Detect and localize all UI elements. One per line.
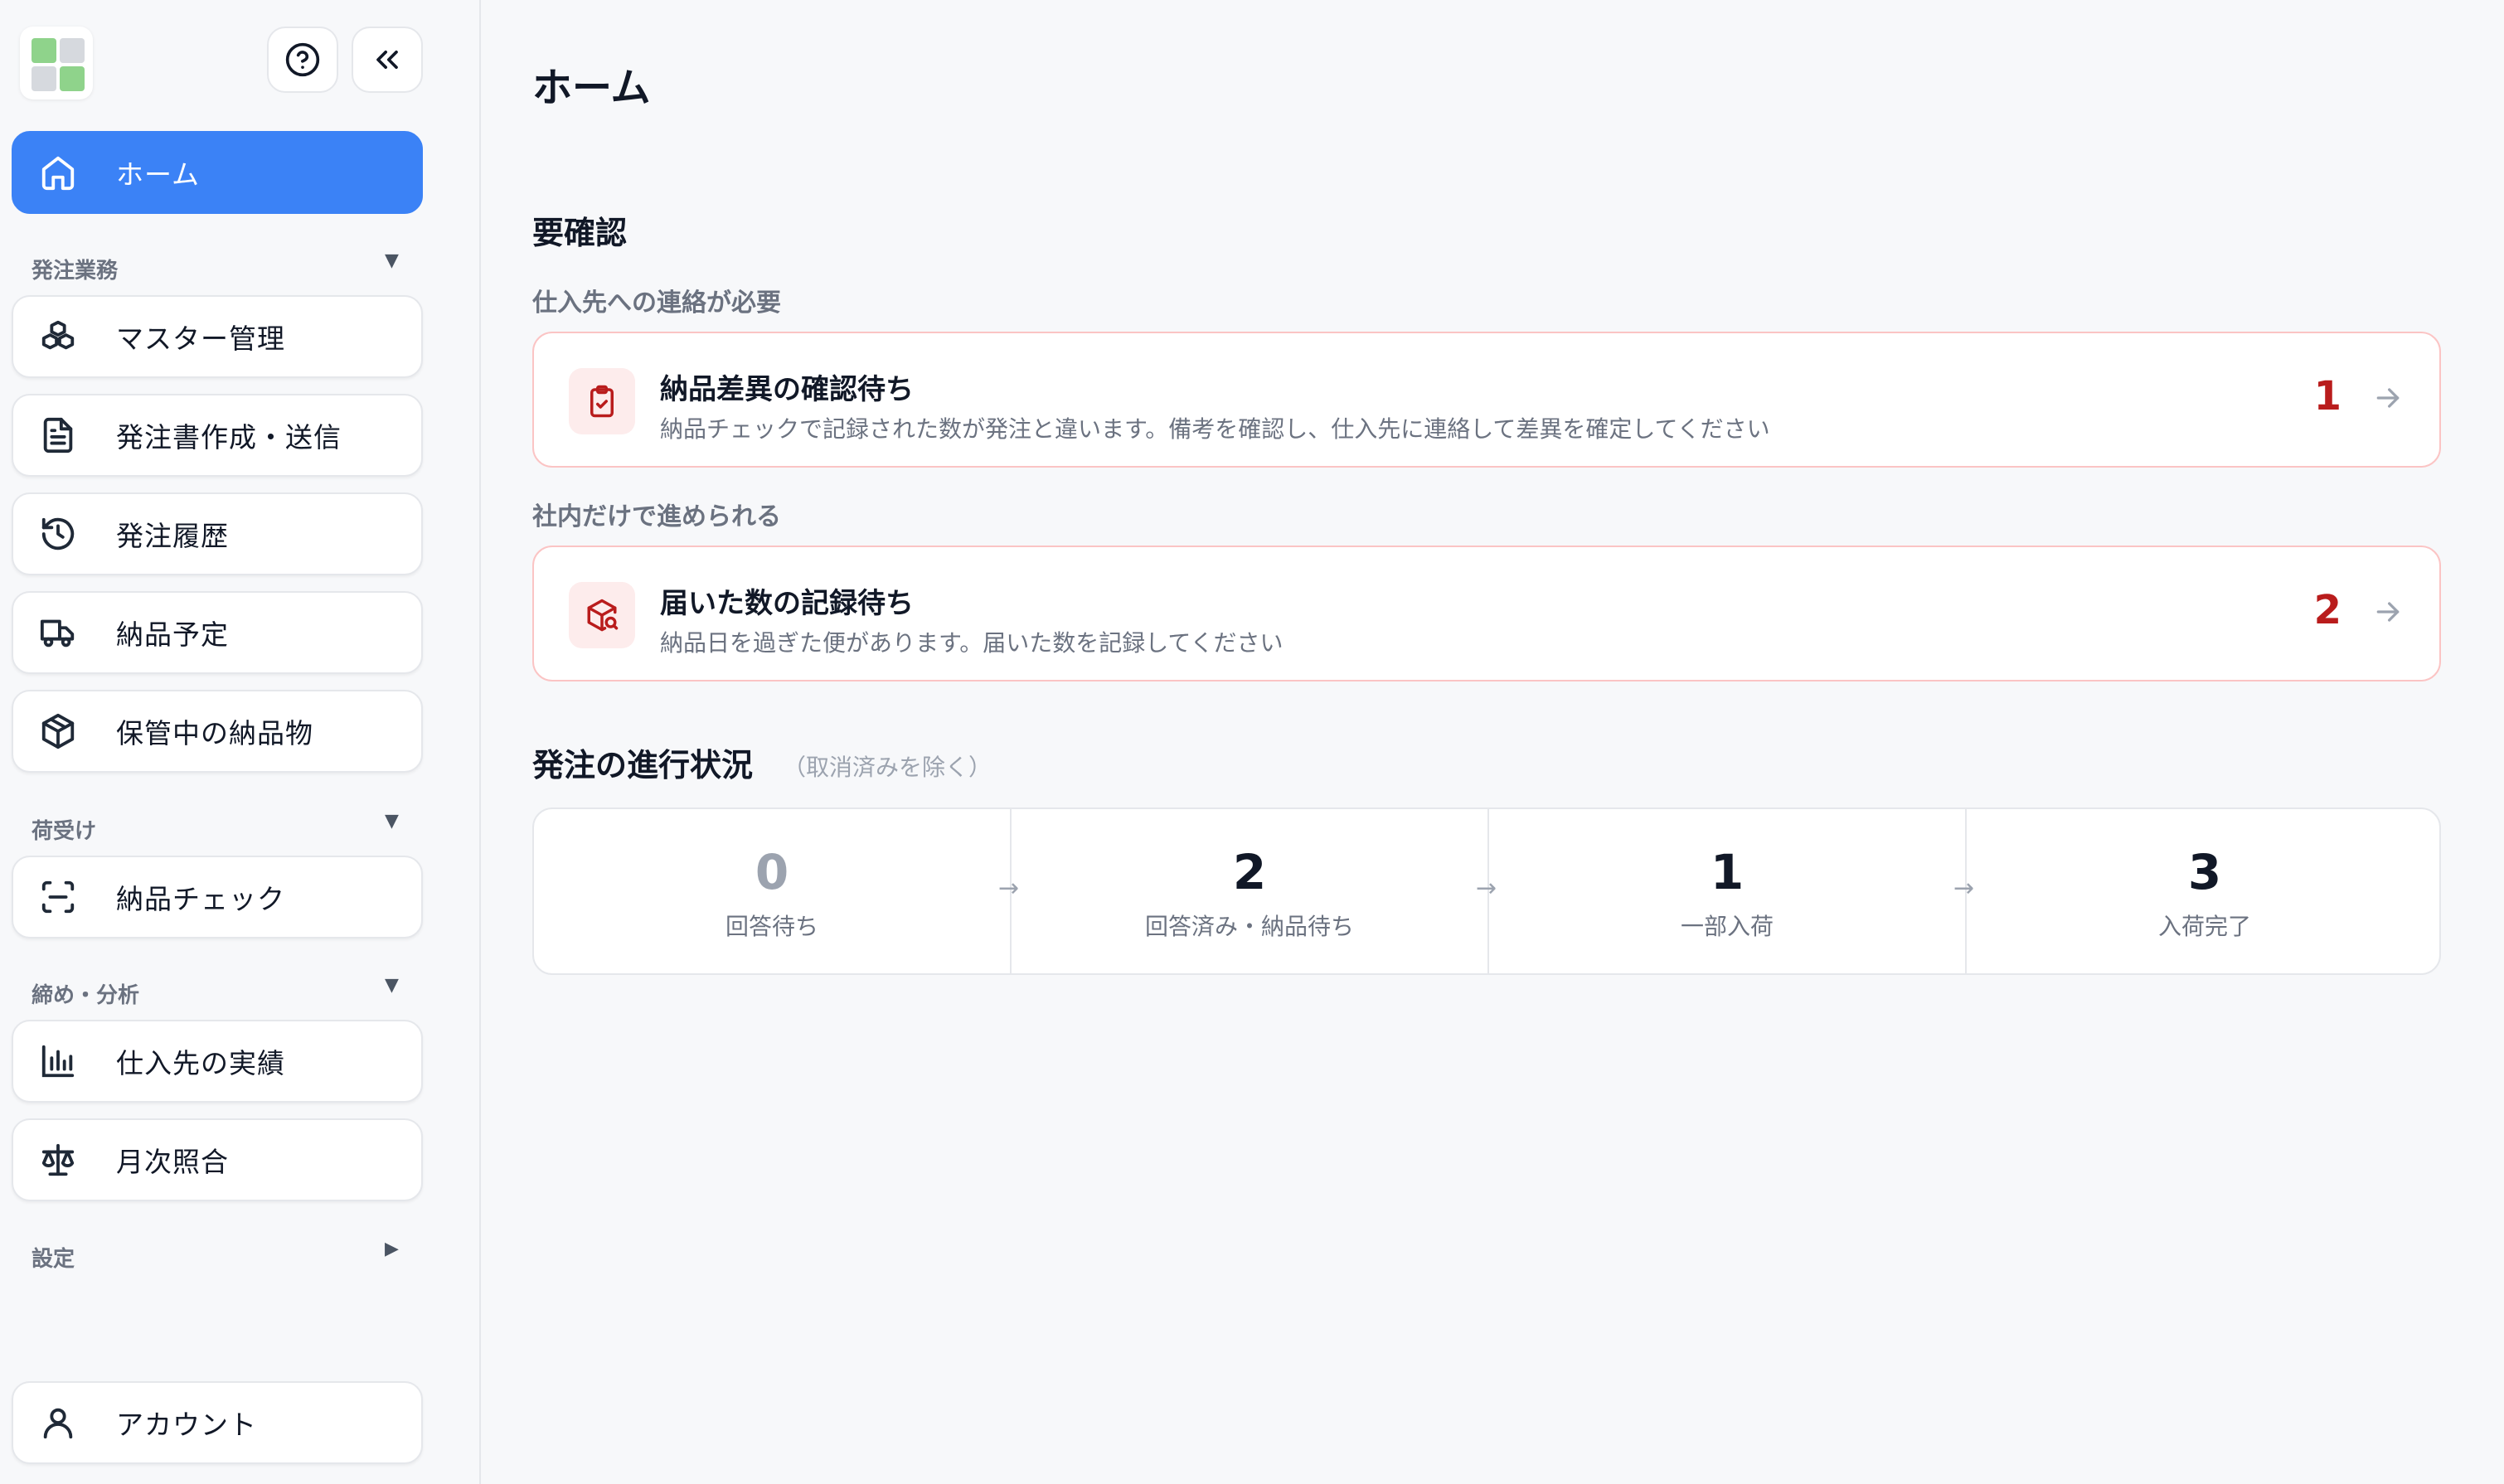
- group-label-internal: 社内だけで進められる: [532, 502, 781, 531]
- stage-label: 一部入荷: [1680, 913, 1774, 940]
- alert-badge: [569, 582, 635, 648]
- bar-chart-icon: [38, 1041, 78, 1081]
- collapse-caret-icon[interactable]: ▼: [385, 811, 399, 832]
- collapse-caret-icon[interactable]: ▼: [385, 250, 399, 271]
- stage-arrival-complete[interactable]: 3 入荷完了: [1967, 809, 2443, 973]
- alert-count: 1: [2313, 373, 2341, 419]
- sidebar-item-master[interactable]: マスター管理: [12, 295, 423, 378]
- sidebar-item-label: 保管中の納品物: [116, 717, 313, 749]
- home-icon: [38, 153, 78, 192]
- section-label-ordering: 発注業務: [32, 259, 119, 284]
- package-search-icon: [587, 599, 619, 632]
- sidebar-item-delivery-check[interactable]: 納品チェック: [12, 856, 423, 938]
- alert-description: 納品チェックで記録された数が発注と違います。備考を確認し、仕入先に連絡して差異を…: [660, 415, 1770, 443]
- stage-awaiting-reply[interactable]: 0 回答待ち: [534, 809, 1010, 973]
- section-label-closing: 締め・分析: [32, 983, 140, 1008]
- attention-heading: 要確認: [532, 215, 628, 251]
- help-circle-icon: [285, 42, 320, 77]
- sidebar-item-supplier-performance[interactable]: 仕入先の実績: [12, 1020, 423, 1103]
- stage-label: 回答済み・納品待ち: [1144, 913, 1354, 940]
- page-title: ホーム: [532, 65, 651, 111]
- stage-count: 0: [755, 844, 789, 900]
- boxes-icon: [38, 317, 78, 356]
- sidebar-item-label: アカウント: [116, 1409, 257, 1441]
- order-progress-panel: 0 回答待ち → 2 回答済み・納品待ち → 1 一部入荷 → 3 入荷完了: [532, 807, 2441, 975]
- sidebar-item-order-history[interactable]: 発注履歴: [12, 492, 423, 575]
- document-icon: [38, 415, 78, 455]
- alert-title: 納品差異の確認待ち: [660, 373, 914, 406]
- scan-icon: [38, 877, 78, 917]
- progress-heading: 発注の進行状況: [532, 747, 754, 783]
- sidebar-item-stored-deliveries[interactable]: 保管中の納品物: [12, 690, 423, 773]
- sidebar-item-label: 発注書作成・送信: [116, 421, 342, 453]
- stage-label: 回答待ち: [725, 913, 818, 940]
- sidebar-item-account[interactable]: アカウント: [12, 1381, 423, 1464]
- section-label-settings: 設定: [32, 1247, 75, 1272]
- scale-icon: [38, 1140, 78, 1180]
- stage-count: 3: [2187, 844, 2222, 900]
- sidebar-item-label: マスター管理: [116, 323, 285, 355]
- sidebar-item-delivery-schedule[interactable]: 納品予定: [12, 591, 423, 674]
- sidebar-item-create-order[interactable]: 発注書作成・送信: [12, 394, 423, 477]
- double-chevron-left-icon: [376, 50, 398, 69]
- section-label-receiving: 荷受け: [32, 819, 97, 844]
- arrow-right-icon: [2376, 388, 2400, 408]
- stage-count: 2: [1232, 844, 1267, 900]
- clipboard-check-icon: [590, 385, 614, 418]
- sidebar-item-label: ホーム: [116, 158, 201, 191]
- history-icon: [38, 514, 78, 554]
- collapse-sidebar-button[interactable]: [352, 27, 423, 93]
- alert-title: 届いた数の記録待ち: [660, 587, 914, 620]
- arrow-right-icon: [2376, 602, 2400, 622]
- alert-badge: [569, 368, 635, 434]
- logo-tile: [32, 66, 56, 91]
- truck-icon: [38, 613, 78, 652]
- stage-label: 入荷完了: [2157, 913, 2251, 940]
- logo-tile: [60, 66, 85, 91]
- alert-card-discrepancy[interactable]: 納品差異の確認待ち 納品チェックで記録された数が発注と違います。備考を確認し、仕…: [532, 332, 2441, 468]
- sidebar-item-label: 納品チェック: [116, 883, 285, 915]
- collapse-caret-icon[interactable]: ▼: [385, 975, 399, 996]
- app-logo[interactable]: [20, 27, 93, 99]
- sidebar-item-home[interactable]: ホーム: [12, 131, 423, 214]
- user-icon: [38, 1403, 78, 1443]
- alert-count: 2: [2313, 587, 2341, 633]
- expand-caret-icon[interactable]: ▶: [385, 1239, 399, 1259]
- progress-note: （取消済みを除く）: [783, 754, 992, 781]
- sidebar-item-monthly-reconciliation[interactable]: 月次照合: [12, 1118, 423, 1201]
- stage-partial-arrival[interactable]: 1 一部入荷: [1489, 809, 1965, 973]
- sidebar: ホーム 発注業務 ▼ マスター管理 発注書作成・送信 発注履歴 納品予定 保管中…: [0, 0, 481, 1484]
- stage-count: 1: [1710, 844, 1745, 900]
- package-icon: [38, 711, 78, 751]
- help-button[interactable]: [267, 27, 338, 93]
- sidebar-item-label: 発注履歴: [116, 520, 229, 552]
- logo-tile: [32, 38, 56, 63]
- alert-card-record-count[interactable]: 届いた数の記録待ち 納品日を過ぎた便があります。届いた数を記録してください 2: [532, 546, 2441, 681]
- sidebar-item-label: 仕入先の実績: [116, 1047, 285, 1079]
- stage-awaiting-delivery[interactable]: 2 回答済み・納品待ち: [1012, 809, 1487, 973]
- sidebar-item-label: 納品予定: [116, 618, 229, 651]
- logo-tile: [60, 38, 85, 63]
- group-label-supplier-contact: 仕入先への連絡が必要: [532, 289, 781, 318]
- alert-description: 納品日を過ぎた便があります。届いた数を記録してください: [660, 629, 1284, 657]
- sidebar-item-label: 月次照合: [116, 1146, 229, 1178]
